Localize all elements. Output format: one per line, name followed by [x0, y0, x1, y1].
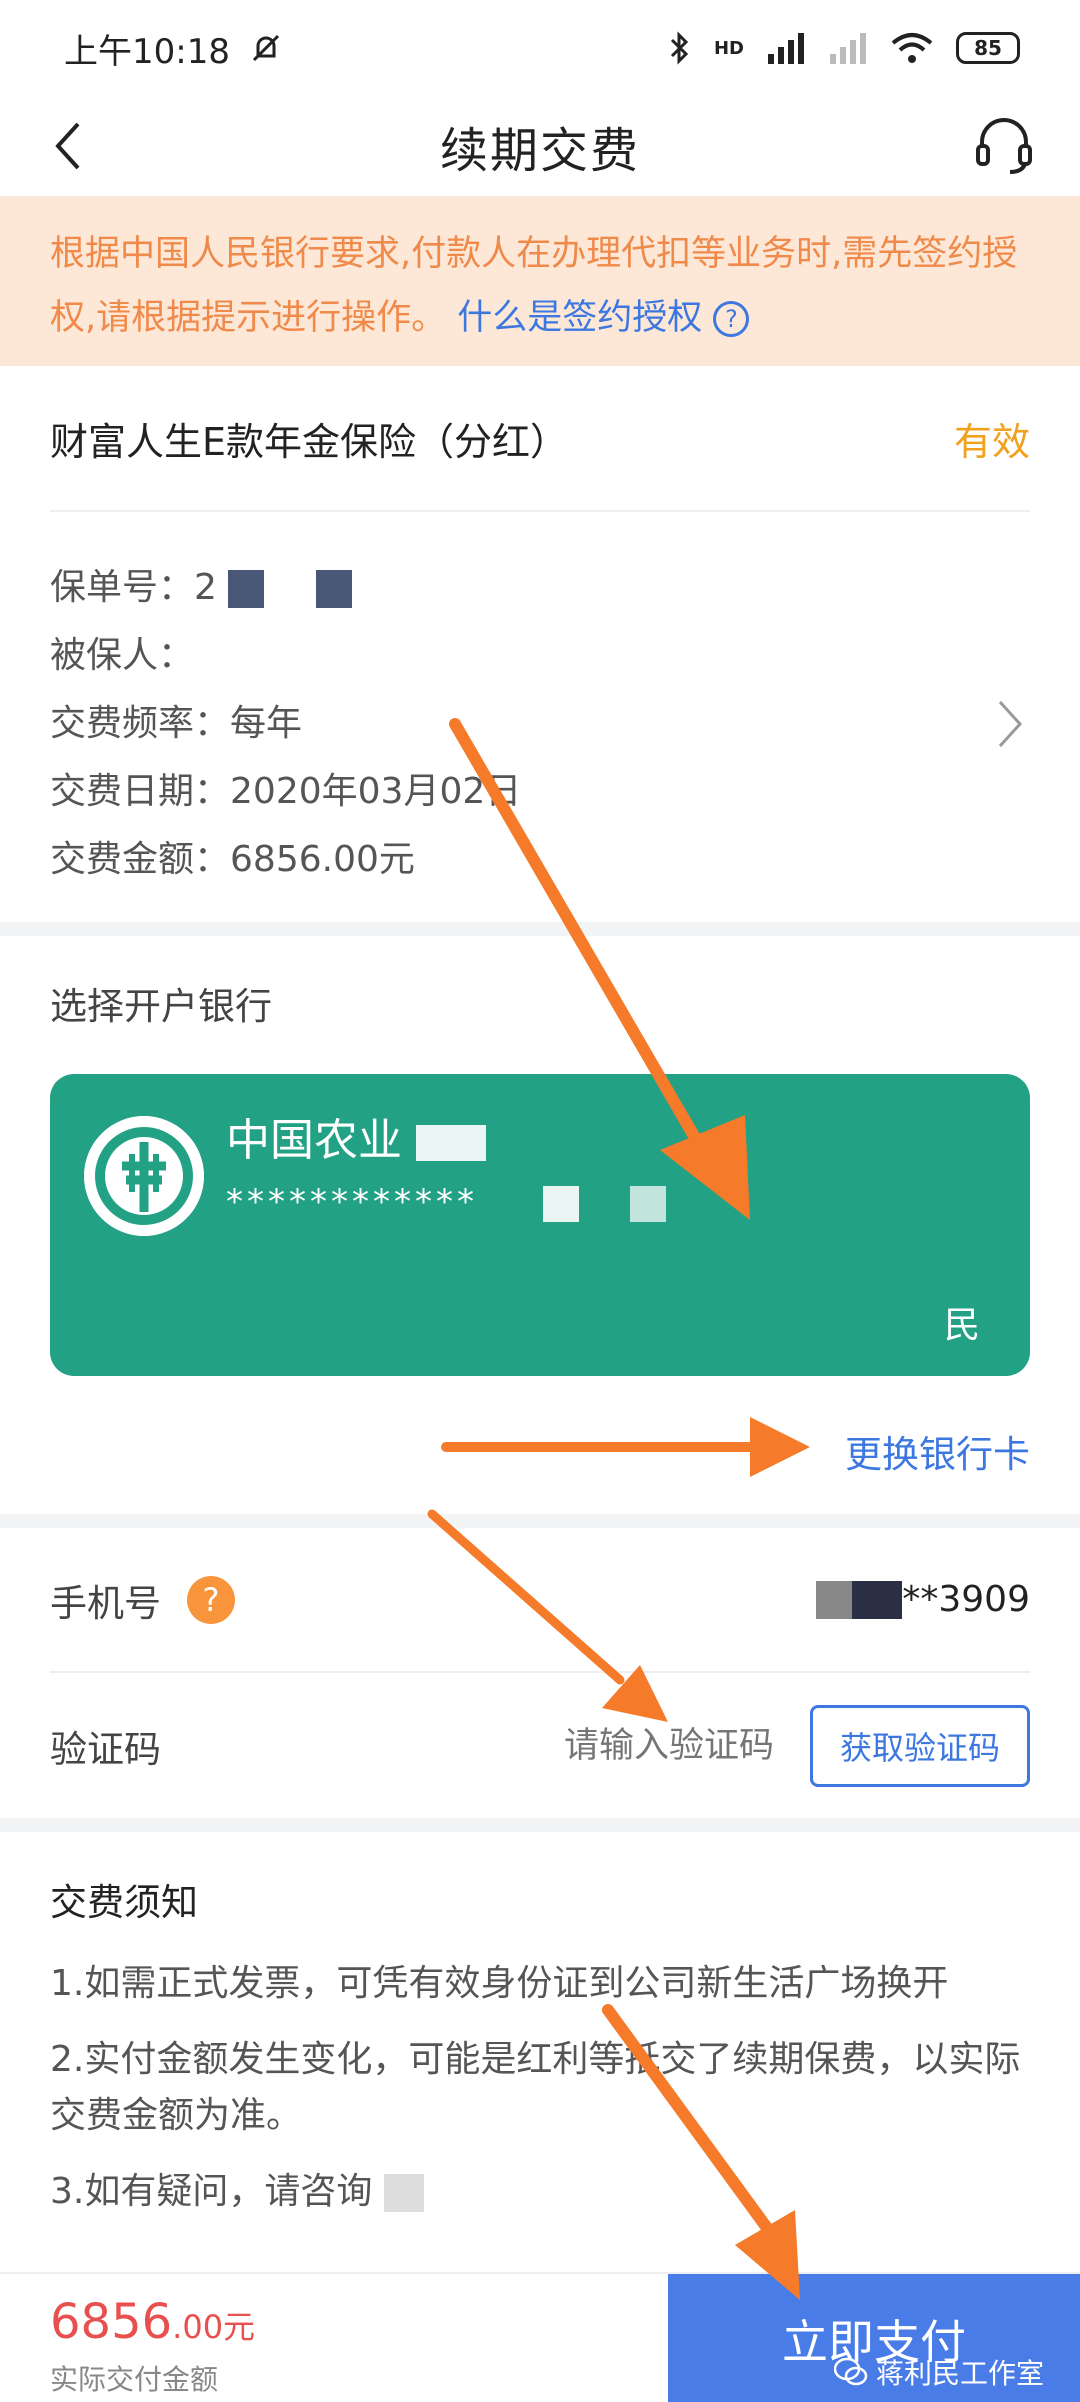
- redaction-mask: [852, 1580, 903, 1619]
- bank-name: 中国农业: [226, 1104, 486, 1168]
- date-row: 交费日期：2020年03月02日: [50, 758, 521, 826]
- back-arrow-icon[interactable]: [44, 118, 100, 174]
- policy-name: 财富人生E款年金保险（分红）: [50, 419, 569, 464]
- amount-row: 交费金额：6856.00元: [50, 826, 521, 894]
- bluetooth-icon: [670, 31, 689, 65]
- policy-status-badge: 有效: [953, 419, 1030, 464]
- policy-number-value: 2: [194, 567, 217, 608]
- status-time: 上午10:18: [64, 31, 230, 72]
- bank-section-title: 选择开户银行: [50, 985, 272, 1028]
- note-item: 2.实付金额发生变化，可能是红利等抵交了续期保费，以实际交费金额为准。: [50, 2039, 1021, 2136]
- status-left: 上午10:18: [64, 24, 284, 73]
- amount-value: 6856.00元: [230, 839, 415, 880]
- abc-bank-logo-icon: [84, 1116, 204, 1236]
- insured-label: 被保人：: [50, 635, 195, 676]
- policy-number-label: 保单号：: [50, 567, 195, 608]
- amount-label: 交费金额：: [50, 839, 231, 880]
- verification-card: 手机号 ? **3909 验证码 获取验证码: [0, 1528, 1080, 1818]
- total-amount-decimal: .00元: [172, 2308, 256, 2346]
- network-hd-label: HD: [713, 37, 744, 59]
- wechat-icon: [833, 2357, 868, 2386]
- page-title: 续期交费: [439, 123, 640, 179]
- redaction-mask: [629, 1185, 666, 1222]
- frequency-row: 交费频率：每年: [50, 690, 521, 758]
- chevron-right-icon[interactable]: [990, 696, 1030, 752]
- redaction-mask: [416, 1125, 486, 1161]
- date-value: 2020年03月02日: [230, 771, 522, 812]
- total-amount-label: 实际交付金额: [50, 2363, 219, 2396]
- headset-icon[interactable]: [972, 114, 1036, 178]
- verification-code-input[interactable]: [534, 1725, 774, 1766]
- bank-name-text: 中国农业: [226, 1115, 402, 1166]
- frequency-value: 每年: [230, 703, 303, 744]
- insured-row: 被保人：: [50, 622, 521, 690]
- phone-label-group: 手机号 ?: [50, 1573, 235, 1627]
- payment-notes-card: 交费须知 1.如需正式发票，可凭有效身份证到公司新生活广场换开 2.实付金额发生…: [0, 1832, 1080, 2272]
- total-amount: 6856.00元: [50, 2294, 255, 2350]
- watermark: 蒋利民工作室: [833, 2352, 1044, 2392]
- change-bank-card-link[interactable]: 更换银行卡: [845, 1424, 1030, 1478]
- policy-number-row: 保单号：2: [50, 554, 521, 622]
- policy-info-list: 保单号：2 被保人： 交费频率：每年 交费日期：2020年03月02日 交费金额…: [50, 554, 521, 894]
- note-item: 1.如需正式发票，可凭有效身份证到公司新生活广场换开: [50, 1963, 949, 2004]
- code-label: 验证码: [50, 1727, 161, 1771]
- card-number: ************: [226, 1182, 666, 1222]
- card-holder: 民: [943, 1305, 980, 1346]
- bank-card[interactable]: 中国农业 ************ 民: [50, 1074, 1030, 1376]
- bell-off-icon: [252, 34, 280, 62]
- battery-level: 85: [974, 36, 1002, 60]
- frequency-label: 交费频率：: [50, 703, 231, 744]
- code-controls: 获取验证码: [534, 1704, 1030, 1787]
- phone-label: 手机号: [50, 1581, 161, 1625]
- bank-selection-card: 选择开户银行 中国农业 ************ 民 更换银行卡: [0, 936, 1080, 1514]
- what-is-authorization-link[interactable]: 什么是签约授权: [457, 298, 702, 338]
- card-number-text: ************: [226, 1182, 478, 1222]
- watermark-text: 蒋利民工作室: [875, 2357, 1044, 2390]
- status-right: HD 85: [668, 30, 1020, 66]
- policy-header: 财富人生E款年金保险（分红） 有效: [50, 366, 1030, 512]
- total-amount-integer: 6856: [50, 2294, 173, 2350]
- redaction-mask: [383, 2174, 424, 2212]
- phone-value: **3909: [816, 1579, 1030, 1620]
- note-item-text: 3.如有疑问，请咨询: [50, 2171, 373, 2212]
- note-item: 3.如有疑问，请咨询: [50, 2164, 1030, 2220]
- signal-weak-icon: [830, 33, 866, 64]
- get-code-button[interactable]: 获取验证码: [810, 1704, 1030, 1787]
- date-label: 交费日期：: [50, 771, 231, 812]
- code-row: 验证码 获取验证码: [50, 1673, 1030, 1818]
- redaction-mask: [228, 570, 265, 608]
- redaction-mask: [816, 1580, 853, 1619]
- battery-icon: 85: [956, 32, 1020, 64]
- authorization-notice: 根据中国人民银行要求,付款人在办理代扣等业务时,需先签约授权,请根据提示进行操作…: [0, 196, 1080, 366]
- notes-title: 交费须知: [50, 1881, 198, 1924]
- wifi-icon: [891, 33, 933, 63]
- redaction-mask: [542, 1185, 579, 1222]
- question-badge-icon[interactable]: ?: [187, 1575, 235, 1624]
- status-bar: 上午10:18 HD 85: [0, 0, 1080, 96]
- redaction-mask: [315, 570, 352, 608]
- nav-bar: 续期交费: [0, 96, 1080, 196]
- question-circle-icon[interactable]: ?: [713, 301, 750, 337]
- phone-number: **3909: [902, 1579, 1030, 1620]
- phone-row: 手机号 ? **3909: [50, 1528, 1030, 1673]
- policy-card[interactable]: 财富人生E款年金保险（分红） 有效 保单号：2 被保人： 交费频率：每年 交费日…: [0, 366, 1080, 922]
- signal-icon: [768, 33, 804, 64]
